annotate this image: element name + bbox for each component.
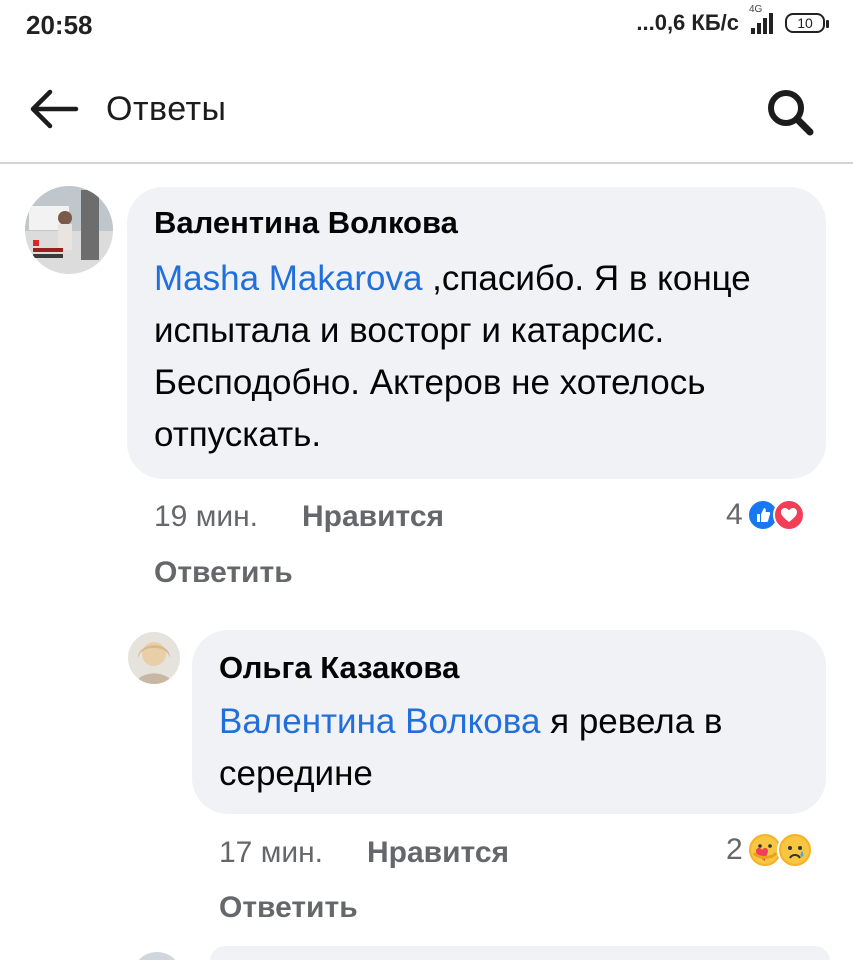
comment-author[interactable]: Ольга Казакова [219, 650, 800, 686]
like-button[interactable]: Нравится [302, 500, 444, 534]
comment-actions: 19 мин. Нравится [154, 500, 444, 534]
page-title: Ответы [106, 90, 227, 128]
reply-button[interactable]: Ответить [154, 556, 293, 590]
comment-time[interactable]: 19 мин. [154, 500, 258, 534]
comment-bubble: Валентина Волкова Masha Makarova ,спасиб… [127, 187, 826, 479]
reaction-count: 2 [726, 833, 743, 866]
avatar[interactable] [25, 186, 113, 274]
reaction-count: 4 [726, 498, 743, 531]
status-icons: ...0,6 КБ/с 4G 10 [636, 4, 829, 36]
comment-text: Валентина Волкова я ревела в середине [219, 696, 800, 800]
avatar[interactable] [128, 632, 180, 684]
status-time: 20:58 [26, 10, 93, 40]
love-reaction-icon [772, 499, 805, 531]
reply-button[interactable]: Ответить [219, 891, 358, 925]
comment-author[interactable]: Валентина Волкова [154, 205, 800, 241]
network-speed: ...0,6 КБ/с [636, 10, 739, 35]
comment-actions: 17 мин. Нравится [219, 836, 509, 870]
search-button[interactable] [760, 84, 820, 140]
signal-icon: 4G [749, 4, 773, 34]
mention-link[interactable]: Валентина Волкова [219, 702, 540, 741]
app-header: Ответы [0, 62, 853, 164]
comment-time[interactable]: 17 мин. [219, 836, 323, 870]
status-bar: 20:58 ...0,6 КБ/с 4G 10 [0, 0, 853, 52]
battery-icon: 10 [785, 13, 829, 33]
arrow-left-icon [30, 89, 79, 129]
search-icon [768, 90, 814, 136]
mention-link[interactable]: Masha Makarova [154, 259, 422, 298]
reaction-summary[interactable]: 4 [726, 498, 805, 532]
avatar[interactable] [132, 952, 182, 960]
back-button[interactable] [26, 84, 82, 134]
reaction-summary[interactable]: 2 [726, 832, 813, 868]
like-button[interactable]: Нравится [367, 836, 509, 870]
comment-bubble: Ольга Казакова Валентина Волкова я ревел… [192, 630, 826, 814]
comment-bubble [210, 946, 830, 960]
sad-reaction-icon [776, 832, 813, 868]
comment-text: Masha Makarova ,спасибо. Я в конце испыт… [154, 253, 800, 461]
network-type-label: 4G [749, 4, 763, 15]
